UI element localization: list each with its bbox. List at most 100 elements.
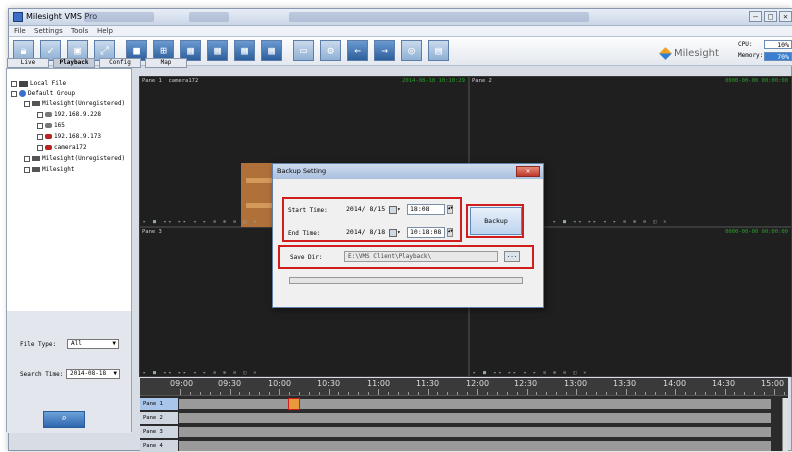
close-icon[interactable]: ✕ <box>516 166 540 177</box>
minimize-button[interactable]: – <box>749 11 762 22</box>
browse-button[interactable]: ... <box>504 251 520 262</box>
tab-map[interactable]: Map <box>145 58 187 68</box>
tab-live[interactable]: Live <box>7 58 49 68</box>
timeline-tick <box>199 392 201 395</box>
hour-label: 10:00 <box>268 379 292 388</box>
tree-camera-item[interactable]: 192.168.9.228 <box>37 111 101 118</box>
calendar-icon[interactable] <box>389 229 397 237</box>
timeline-tick <box>704 392 706 395</box>
timeline-row-label: Pane 1 <box>140 398 178 410</box>
tab-config[interactable]: Config <box>99 58 141 68</box>
tree-camera-item[interactable]: 165 <box>37 122 65 129</box>
layout-9-icon[interactable]: ▦ <box>207 40 228 61</box>
tree-default-group[interactable]: Default Group <box>11 90 75 97</box>
tree-nvr-item[interactable]: Milesight(Unregistered) <box>24 155 125 162</box>
timeline-track[interactable] <box>179 399 771 409</box>
pane-controls[interactable]: ▸ ■ ◂◂ ▸▸ ◂ ▸ ⊘ ⊕ ⊖ ◫ ✕ <box>140 218 258 226</box>
calendar-icon[interactable] <box>389 206 397 214</box>
hour-label: 09:30 <box>218 379 242 388</box>
arrow-right-icon[interactable]: → <box>374 40 395 61</box>
timeline-tick <box>635 392 637 395</box>
timeline-tick <box>397 392 399 395</box>
hour-label: 09:00 <box>170 379 194 388</box>
pane-controls[interactable]: ▸ ■ ◂◂ ▸▸ ◂ ▸ ⊘ ⊕ ⊖ ◫ ✕ <box>550 218 668 226</box>
hour-label: 10:30 <box>317 379 341 388</box>
device-panel: Local File Default Group Milesight(Unreg… <box>6 68 132 433</box>
timeline-tick <box>675 389 676 395</box>
start-time-spinner[interactable]: ▲▼ <box>447 205 453 214</box>
timeline-track[interactable] <box>179 427 771 437</box>
end-time-field[interactable]: 10:18:08 <box>407 227 445 238</box>
playback-timeline[interactable]: 09:00 09:30 10:00 10:30 11:00 11:30 12:0… <box>140 378 788 452</box>
tree-camera-item[interactable]: camera172 <box>37 144 87 151</box>
checkbox[interactable] <box>11 90 17 97</box>
record-icon[interactable]: ▤ <box>428 40 449 61</box>
checkbox[interactable] <box>37 122 43 129</box>
menu-file[interactable]: File <box>14 27 26 35</box>
maximize-button[interactable]: □ <box>764 11 777 22</box>
start-date-field[interactable]: 2014/ 8/15 <box>346 204 392 215</box>
menu-tools[interactable]: Tools <box>71 27 88 35</box>
timeline-row[interactable]: Pane 2 <box>140 412 788 424</box>
timeline-row-label: Pane 3 <box>140 426 178 438</box>
menu-settings[interactable]: Settings <box>34 27 63 35</box>
start-time-field[interactable]: 18:08 <box>407 204 445 215</box>
backup-button[interactable]: Backup <box>470 207 522 235</box>
camera-icon <box>45 112 52 117</box>
search-button[interactable]: ⌕ <box>43 411 85 428</box>
timeline-tick <box>328 389 330 395</box>
timeline-tick <box>180 389 181 395</box>
layout-16-icon[interactable]: ▦ <box>261 40 282 61</box>
timeline-tick <box>595 392 597 395</box>
playhead-marker-icon[interactable] <box>288 398 300 410</box>
hour-label: 12:30 <box>514 379 538 388</box>
chevron-down-icon[interactable]: ▾ <box>397 206 401 213</box>
tree-nvr-item[interactable]: Milesight(Unregistered) <box>24 100 125 107</box>
file-type-select[interactable]: All ▼ <box>67 339 119 349</box>
timeline-row[interactable]: Pane 4 <box>140 440 788 452</box>
arrow-left-icon[interactable]: ← <box>347 40 368 61</box>
milesight-logo-icon <box>659 46 672 60</box>
checkbox[interactable] <box>24 155 30 162</box>
checkbox[interactable] <box>37 144 43 151</box>
tree-nvr-item[interactable]: Milesight <box>24 166 75 173</box>
end-time-spinner[interactable]: ▲▼ <box>447 228 453 237</box>
timeline-track[interactable] <box>179 413 771 423</box>
close-window-button[interactable]: ✕ <box>779 11 792 22</box>
checkbox[interactable] <box>37 111 43 118</box>
timeline-scrollbar[interactable] <box>782 398 788 451</box>
screenshot-icon[interactable]: ◎ <box>401 40 422 61</box>
pane-controls[interactable]: ▸ ■ ◂◂ ▸▸ ◂ ▸ ⊘ ⊕ ⊖ ◫ ✕ <box>470 369 588 377</box>
timeline-row[interactable]: Pane 1 <box>140 398 788 410</box>
hour-label: 11:30 <box>416 379 440 388</box>
background-window-ghost <box>289 12 589 22</box>
layout-13-icon[interactable]: ▦ <box>234 40 255 61</box>
title-bar: Milesight VMS Pro – □ ✕ <box>9 9 792 26</box>
chevron-down-icon[interactable]: ▾ <box>397 229 401 236</box>
settings-icon[interactable]: ⚙ <box>320 40 341 61</box>
memory-meter: 70% <box>764 52 792 61</box>
checkbox[interactable] <box>24 166 30 173</box>
timeline-tick <box>387 392 389 395</box>
end-date-field[interactable]: 2014/ 8/18 <box>346 227 392 238</box>
checkbox[interactable] <box>37 133 43 140</box>
timeline-tick <box>665 392 667 395</box>
tree-local-file[interactable]: Local File <box>11 80 66 87</box>
menu-help[interactable]: Help <box>97 27 113 35</box>
tree-camera-item[interactable]: 192.168.9.173 <box>37 133 101 140</box>
nvr-icon <box>32 156 40 161</box>
save-dir-input[interactable]: E:\VMS Client\Playback\ <box>344 251 498 262</box>
search-time-select[interactable]: 2014-08-18 ▼ <box>66 369 120 379</box>
timeline-tick <box>447 392 449 395</box>
tab-playback[interactable]: Playback <box>53 58 95 68</box>
timeline-tick <box>279 389 280 395</box>
timeline-row[interactable]: Pane 3 <box>140 426 788 438</box>
checkbox[interactable] <box>11 80 17 87</box>
timeline-tick <box>189 392 191 395</box>
timeline-tick <box>437 392 439 395</box>
checkbox[interactable] <box>24 100 30 107</box>
pane-controls[interactable]: ▸ ■ ◂◂ ▸▸ ◂ ▸ ⊘ ⊕ ⊖ ◫ ✕ <box>140 369 258 377</box>
layout-custom-icon[interactable]: ▭ <box>293 40 314 61</box>
timeline-tick <box>259 392 261 395</box>
timeline-track[interactable] <box>179 441 771 451</box>
